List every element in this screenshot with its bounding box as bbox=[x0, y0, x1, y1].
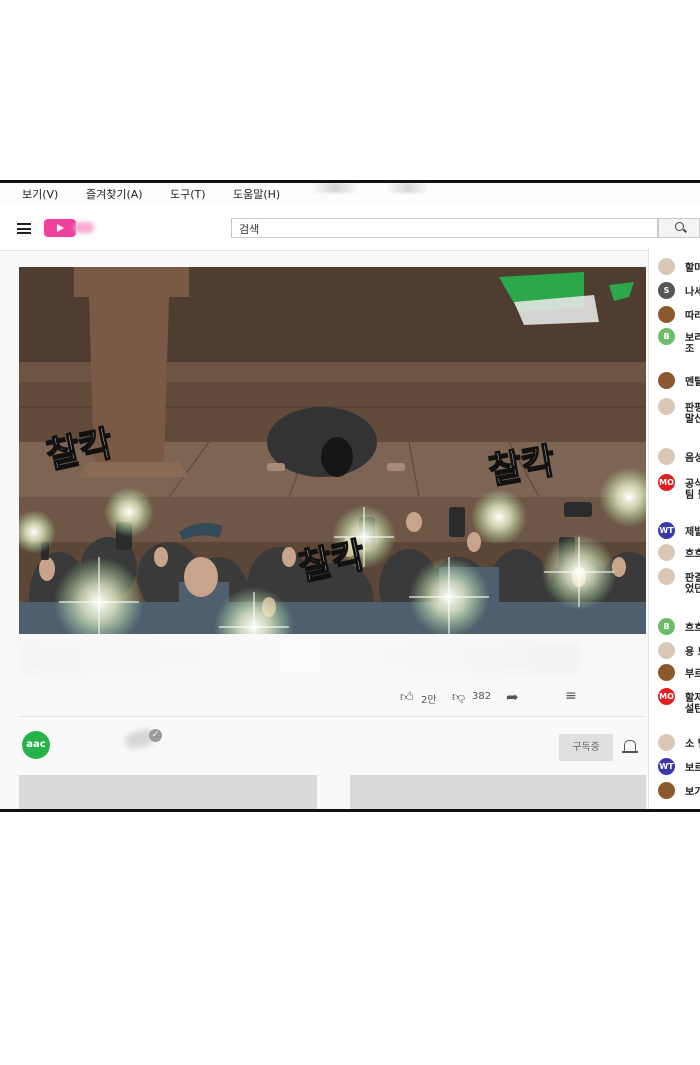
chat-avatar[interactable] bbox=[658, 782, 675, 799]
chat-message-text: 설탄 bbox=[685, 704, 700, 715]
video-title-smear bbox=[20, 641, 580, 673]
menu-view[interactable]: 보기(V) bbox=[22, 186, 58, 202]
chat-avatar[interactable] bbox=[658, 448, 675, 465]
site-header: 검색 bbox=[0, 205, 700, 251]
chat-message-text: 부르 bbox=[685, 669, 700, 680]
subscribe-button[interactable]: 구독중 bbox=[559, 734, 613, 761]
chat-avatar[interactable] bbox=[658, 258, 675, 275]
chat-message-text: 나세 bbox=[685, 287, 700, 298]
chat-avatar[interactable] bbox=[658, 306, 675, 323]
menu-smear bbox=[385, 183, 430, 193]
search-input[interactable]: 검색 bbox=[231, 218, 658, 238]
search-icon bbox=[675, 222, 684, 231]
chat-avatar[interactable]: B bbox=[658, 328, 675, 345]
menu-tools[interactable]: 도구(T) bbox=[170, 186, 206, 202]
chat-avatar[interactable]: S bbox=[658, 282, 675, 299]
chat-avatar[interactable] bbox=[658, 372, 675, 389]
chat-message-text: 팀 될 bbox=[685, 490, 700, 501]
chat-message-text: 말신 bbox=[685, 414, 700, 425]
related-video-thumbnail[interactable] bbox=[19, 775, 317, 809]
menu-help[interactable]: 도움말(H) bbox=[233, 186, 280, 202]
chat-message-text: 흐흐 bbox=[685, 623, 700, 634]
like-count: 2만 bbox=[421, 695, 437, 706]
chat-avatar[interactable] bbox=[658, 734, 675, 751]
chat-message-text: 제발 bbox=[685, 527, 700, 538]
chat-message-text: 보르 bbox=[685, 763, 700, 774]
channel-avatar[interactable]: aac bbox=[22, 731, 50, 759]
chat-message-text: 멘탈 bbox=[685, 377, 700, 388]
video-player[interactable]: 찰칵 찰칵 찰칵 bbox=[19, 267, 646, 634]
menu-favorites[interactable]: 즐겨찾기(A) bbox=[86, 186, 143, 202]
thumbs-up-icon[interactable]: 👍︎ bbox=[400, 690, 414, 705]
chat-avatar[interactable] bbox=[658, 664, 675, 681]
chat-avatar[interactable] bbox=[658, 398, 675, 415]
chat-message-text: 보기 bbox=[685, 787, 700, 798]
hamburger-menu-icon[interactable] bbox=[17, 223, 31, 234]
search-button[interactable] bbox=[658, 218, 700, 238]
menu-smear bbox=[310, 183, 360, 193]
chat-message-text: 용 보 bbox=[685, 647, 700, 658]
divider bbox=[19, 716, 646, 717]
chat-message-text: 었던 bbox=[685, 584, 700, 595]
menu-bar: 보기(V) 즐겨찾기(A) 도구(T) 도움말(H) bbox=[0, 183, 700, 206]
chat-message-text: 흐흐 bbox=[685, 549, 700, 560]
chat-message-text: 할머 bbox=[685, 263, 700, 274]
bell-icon[interactable] bbox=[622, 740, 638, 753]
live-chat-panel: 할머S나세따라B보리조멘탈판평말신음성MO공식팀 될WT제발흐흐판결었던B흐흐용… bbox=[648, 248, 700, 809]
chat-avatar[interactable]: MO bbox=[658, 474, 675, 491]
chat-avatar[interactable]: WT bbox=[658, 758, 675, 775]
chat-avatar[interactable]: MO bbox=[658, 688, 675, 705]
thumbs-down-icon[interactable]: 👎︎ bbox=[452, 690, 465, 705]
related-video-thumbnail[interactable] bbox=[350, 775, 646, 809]
chat-message-text: 소 털 bbox=[685, 739, 700, 750]
browser-window: 보기(V) 즐겨찾기(A) 도구(T) 도움말(H) 검색 찰칵 찰칵 찰칵 👍… bbox=[0, 180, 700, 812]
chat-message-text: 조 bbox=[685, 344, 695, 355]
chat-avatar[interactable]: B bbox=[658, 618, 675, 635]
verified-check-icon: ✓ bbox=[149, 729, 162, 742]
video-actions: 👍︎ 2만 👎︎ 382 ➦ ≡ bbox=[0, 683, 700, 713]
add-to-playlist-icon[interactable]: ≡ bbox=[565, 688, 577, 704]
site-logo[interactable] bbox=[44, 219, 76, 237]
chat-avatar[interactable]: WT bbox=[658, 522, 675, 539]
chat-avatar[interactable] bbox=[658, 568, 675, 585]
chat-avatar[interactable] bbox=[658, 544, 675, 561]
video-frame: 찰칵 찰칵 찰칵 bbox=[19, 267, 646, 634]
chat-message-text: 음성 bbox=[685, 453, 700, 464]
share-icon[interactable]: ➦ bbox=[506, 688, 519, 706]
logo-smear bbox=[74, 222, 94, 233]
chat-avatar[interactable] bbox=[658, 642, 675, 659]
chat-message-text: 따라 bbox=[685, 311, 700, 322]
dislike-count: 382 bbox=[472, 691, 492, 702]
